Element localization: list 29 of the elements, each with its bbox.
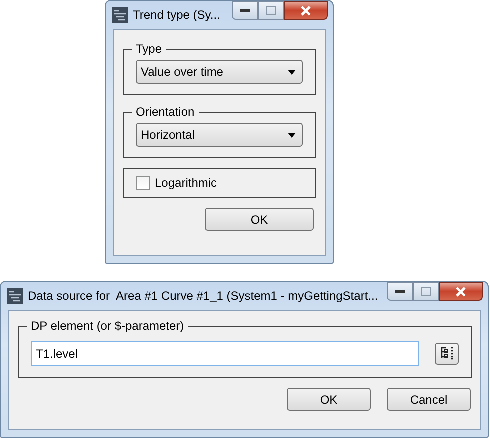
- close-button[interactable]: [439, 282, 483, 301]
- ok-button[interactable]: OK: [205, 208, 314, 231]
- window-title: Data source for Area #1 Curve #1_1 (System1 - myGettingStart...: [28, 289, 378, 303]
- dropdown[interactable]: Value over time: [136, 60, 303, 84]
- group-label: Orientation: [135, 105, 196, 119]
- minimize-icon: [240, 8, 250, 12]
- group-label: DP element (or $-parameter): [30, 319, 186, 333]
- maximize-icon: [421, 287, 431, 296]
- dropdown[interactable]: Horizontal: [136, 123, 303, 147]
- minimize-button[interactable]: [387, 282, 413, 301]
- caret-icon: [288, 70, 296, 74]
- caret-icon: [288, 132, 296, 138]
- close-icon: [455, 286, 467, 296]
- logo-icon: [7, 288, 23, 304]
- window-title: Trend type (Sy...: [133, 8, 220, 22]
- input-field[interactable]: T1.level: [31, 341, 419, 366]
- close-icon: [300, 6, 312, 16]
- maximize-icon: [266, 6, 276, 15]
- tree-button[interactable]: [435, 342, 459, 364]
- ok-button[interactable]: OK: [287, 388, 371, 411]
- logo-icon: [112, 7, 128, 23]
- checkbox[interactable]: [136, 176, 150, 190]
- checkbox-label: Logarithmic: [155, 176, 218, 190]
- close-button[interactable]: [284, 1, 328, 20]
- tree-icon: [439, 346, 455, 361]
- minimize-icon: [395, 290, 405, 294]
- group-label: Type: [135, 42, 164, 56]
- minimize-button[interactable]: [232, 1, 258, 20]
- cancel-button[interactable]: Cancel: [387, 388, 471, 411]
